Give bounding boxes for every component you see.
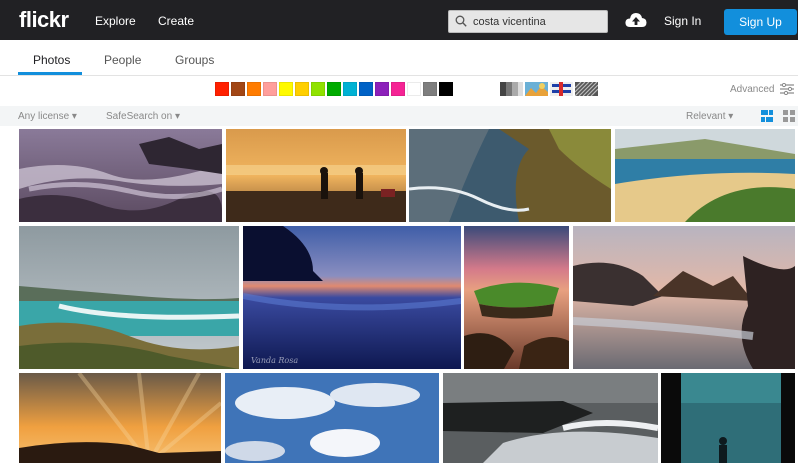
color-swatch-3[interactable] [263,82,277,96]
flickr-logo[interactable]: flickr [19,7,69,33]
nav-explore[interactable]: Explore [95,14,136,28]
photo-image [225,373,439,463]
nav-create[interactable]: Create [158,14,194,28]
photo-image [443,373,658,463]
photo-watermark: Vanda Rosa [251,356,299,365]
style-filter-row [500,82,600,96]
color-swatch-13[interactable] [423,82,437,96]
photo-sunrays-sunset[interactable] [19,373,221,463]
color-swatch-8[interactable] [343,82,357,96]
photo-image [409,129,611,222]
license-label: Any license [18,111,70,122]
photo-stormy-coast[interactable] [19,226,239,369]
search-value: costa vicentina [473,16,546,28]
color-swatch-0[interactable] [215,82,229,96]
tab-people[interactable]: People [104,53,141,67]
photo-green-rock[interactable] [464,226,569,369]
color-filter-row [215,82,455,97]
photo-image [243,226,461,369]
photo-image [661,373,795,463]
color-swatch-9[interactable] [359,82,373,96]
color-swatch-12[interactable] [407,82,421,96]
filter-bar: Any license ▾ SafeSearch on ▾ Relevant ▾ [0,106,798,126]
depth-of-field-icon[interactable] [525,82,548,96]
advanced-settings-icon[interactable] [780,83,794,95]
top-navigation-bar: flickr Explore Create costa vicentina Si… [0,0,798,40]
photo-image [19,226,239,369]
photo-coastal-cliffs[interactable] [409,129,611,222]
sign-in-link[interactable]: Sign In [664,14,701,28]
minimalist-icon[interactable] [550,82,573,96]
photo-cave-silhouette[interactable] [661,373,795,463]
photo-beach-sunset-people[interactable] [226,129,406,222]
color-swatch-5[interactable] [295,82,309,96]
color-swatch-14[interactable] [439,82,453,96]
grid-view-icon[interactable] [783,110,795,122]
tab-groups[interactable]: Groups [175,53,214,67]
color-swatch-10[interactable] [375,82,389,96]
color-swatch-4[interactable] [279,82,293,96]
sort-dropdown[interactable]: Relevant ▾ [686,111,733,122]
photo-image [615,129,795,222]
photo-image [19,129,222,222]
safesearch-dropdown[interactable]: SafeSearch on ▾ [106,111,180,122]
active-tab-indicator [18,72,82,75]
upload-cloud-icon[interactable] [625,11,647,29]
color-swatch-2[interactable] [247,82,261,96]
sign-up-button[interactable]: Sign Up [724,9,797,35]
photo-misty-rocks[interactable] [19,129,222,222]
photo-image [226,129,406,222]
photo-image [573,226,795,369]
advanced-search-link[interactable]: Advanced [730,84,774,95]
photo-clouds-sky[interactable] [225,373,439,463]
black-and-white-icon[interactable] [500,82,523,96]
photo-blue-twilight-beach[interactable]: Vanda Rosa [243,226,461,369]
color-swatch-6[interactable] [311,82,325,96]
color-swatch-7[interactable] [327,82,341,96]
justified-view-icon[interactable] [761,110,773,122]
safesearch-label: SafeSearch on [106,111,173,122]
pattern-icon[interactable] [575,82,598,96]
search-icon [455,15,467,27]
color-swatch-11[interactable] [391,82,405,96]
photo-rocky-shore-sunset[interactable] [573,226,795,369]
photo-crashing-waves[interactable] [443,373,658,463]
tab-photos[interactable]: Photos [33,53,70,67]
photo-image [19,373,221,463]
color-swatch-1[interactable] [231,82,245,96]
photo-image [464,226,569,369]
search-type-tabs: Photos People Groups [0,40,798,76]
photo-beach-bay[interactable] [615,129,795,222]
license-dropdown[interactable]: Any license ▾ [18,111,77,122]
sort-label: Relevant [686,111,726,122]
search-input[interactable]: costa vicentina [448,10,608,33]
